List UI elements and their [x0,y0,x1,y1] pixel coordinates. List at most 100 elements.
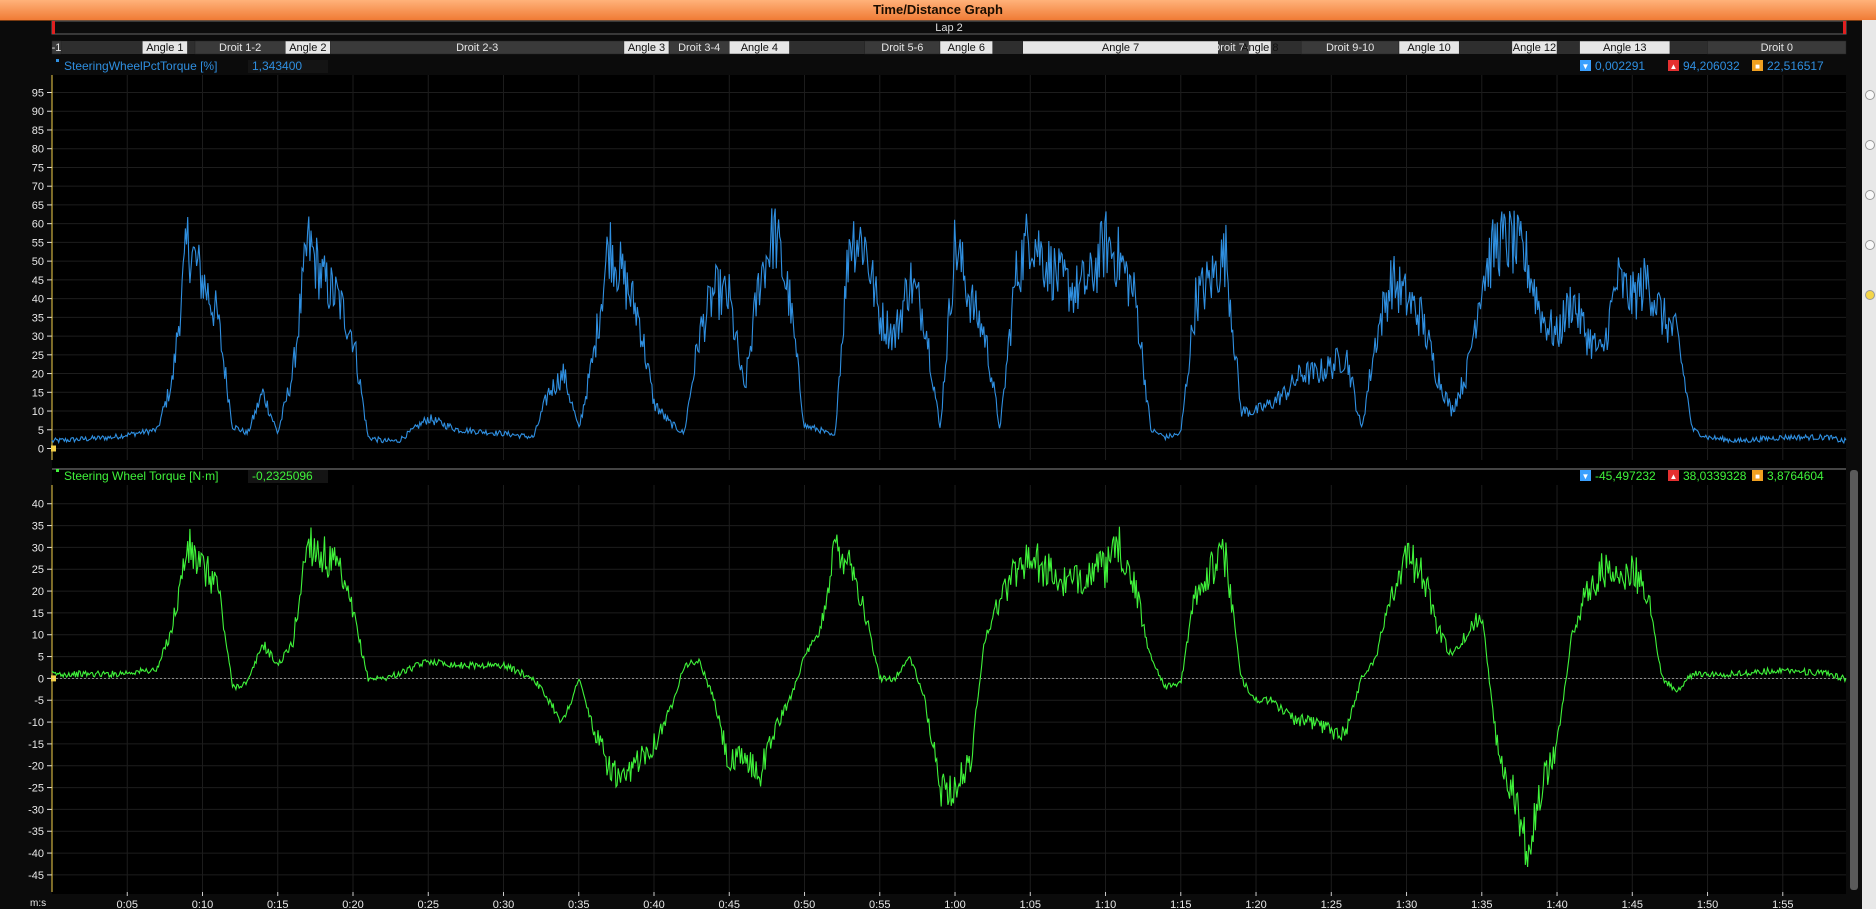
segment-label: Angle 3 [628,42,665,54]
time-distance-graph[interactable]: Lap 2 -1 Angle 1 Droit 1-2 Angle 2 Droit 2-3 A… [0,20,1862,909]
y-tick-label: 85 [32,125,44,137]
segment-label: Angle 10 [1407,42,1450,54]
lap-end-marker [1843,21,1846,34]
x-tick-label: 0:50 [794,899,815,909]
x-tick-label: 0:20 [342,899,363,909]
channel-swatch [56,469,59,472]
average-icon: ■ [1755,62,1760,71]
segment-label: -1 [52,42,62,54]
y-tick-label: 25 [32,564,44,576]
y-tick-label: -10 [28,717,44,729]
x-tick-label: 0:30 [493,899,514,909]
y-tick-label: 30 [32,542,44,554]
x-tick-label: 0:35 [568,899,589,909]
y-tick-label: 80 [32,144,44,156]
toolbar-dot-icon[interactable] [1865,190,1875,200]
y-tick-label: 5 [38,425,44,437]
x-tick-label: 0:15 [267,899,288,909]
segment-label: Angle 7 [1102,42,1139,54]
min-arrow-icon: ▼ [1582,62,1590,71]
x-tick-label: 1:15 [1170,899,1191,909]
x-tick-label: 1:35 [1471,899,1492,909]
y-tick-label: 55 [32,237,44,249]
y-tick-label: -25 [28,783,44,795]
channel-name: Steering Wheel Torque [N·m] [64,469,219,483]
max-arrow-icon: ▲ [1670,62,1678,71]
y-tick-label: 70 [32,181,44,193]
plot-area[interactable] [52,75,1846,894]
x-tick-label: 1:20 [1245,899,1266,909]
x-tick-label: 1:25 [1321,899,1342,909]
segment-label: Droit 9-10 [1326,42,1374,54]
segment-label: Angle 12 [1513,42,1556,54]
y-tick-label: 0 [38,673,44,685]
x-tick-label: 1:30 [1396,899,1417,909]
channel-value: 1,343400 [252,59,302,73]
x-tick-label: 0:25 [418,899,439,909]
segment-label: Droit 2-3 [456,42,498,54]
channel-name: SteeringWheelPctTorque [%] [64,59,217,73]
x-tick-label: 1:05 [1020,899,1041,909]
toolbar-dot-icon[interactable] [1865,90,1875,100]
y-tick-label: 15 [32,608,44,620]
x-tick-label: 1:55 [1772,899,1793,909]
stat-value: 0,002291 [1595,59,1645,73]
segment-label: Angle 2 [289,42,326,54]
segment-label: Angle 6 [948,42,985,54]
stat-value: 94,206032 [1683,59,1740,73]
segment-label: Angle 4 [741,42,778,54]
y-tick-label: 20 [32,369,44,381]
stat-value: 38,0339328 [1683,469,1747,483]
y-tick-label: 20 [32,586,44,598]
y-tick-label: -20 [28,761,44,773]
y-tick-label: 40 [32,294,44,306]
segment-label: Angle 13 [1603,42,1646,54]
y-tick-label: 5 [38,652,44,664]
x-tick-label: 0:05 [117,899,138,909]
y-tick-label: -30 [28,804,44,816]
average-icon: ■ [1755,472,1760,481]
y-tick-label: -35 [28,826,44,838]
min-arrow-icon: ▼ [1582,472,1590,481]
stat-value: -45,497232 [1595,469,1656,483]
y-tick-label: 75 [32,162,44,174]
y-tick-label: 40 [32,499,44,511]
y-tick-label: 60 [32,219,44,231]
lap-start-marker [52,21,55,34]
vertical-scrollbar[interactable] [1850,470,1858,890]
y-tick-label: 35 [32,312,44,324]
y-tick-label: 90 [32,106,44,118]
y-tick-label: -5 [34,695,44,707]
window-title: Time/Distance Graph [873,2,1003,17]
x-tick-label: 0:10 [192,899,213,909]
y-tick-label: 10 [32,630,44,642]
y-tick-label: 50 [32,256,44,268]
x-tick-label: 1:45 [1622,899,1643,909]
y-tick-label: 10 [32,406,44,418]
side-toolbar[interactable] [1862,20,1876,909]
segment-label: Droit 0 [1761,42,1793,54]
x-tick-label: 0:45 [719,899,740,909]
max-arrow-icon: ▲ [1670,472,1678,481]
segment-label: Droit 3-4 [678,42,720,54]
channel-swatch [56,59,59,62]
y-tick-label: 15 [32,387,44,399]
x-tick-label: 1:40 [1546,899,1567,909]
lap-label: Lap 2 [935,22,963,34]
x-tick-label: 1:50 [1697,899,1718,909]
graph-window: Time/Distance Graph Lap 2 -1 Angle 1 Droit … [0,0,1876,909]
y-tick-label: 95 [32,87,44,99]
y-tick-label: 35 [32,521,44,533]
x-tick-label: 0:40 [643,899,664,909]
x-tick-label: 1:10 [1095,899,1116,909]
toolbar-dot-icon[interactable] [1865,240,1875,250]
title-bar[interactable]: Time/Distance Graph [0,0,1876,21]
toolbar-dot-icon[interactable] [1865,290,1875,300]
segment-label: Angle 1 [146,42,183,54]
stat-value: 22,516517 [1767,59,1824,73]
y-tick-label: 45 [32,275,44,287]
toolbar-dot-icon[interactable] [1865,140,1875,150]
stat-value: 3,8764604 [1767,469,1824,483]
y-tick-label: -40 [28,848,44,860]
y-tick-label: 0 [38,444,44,456]
